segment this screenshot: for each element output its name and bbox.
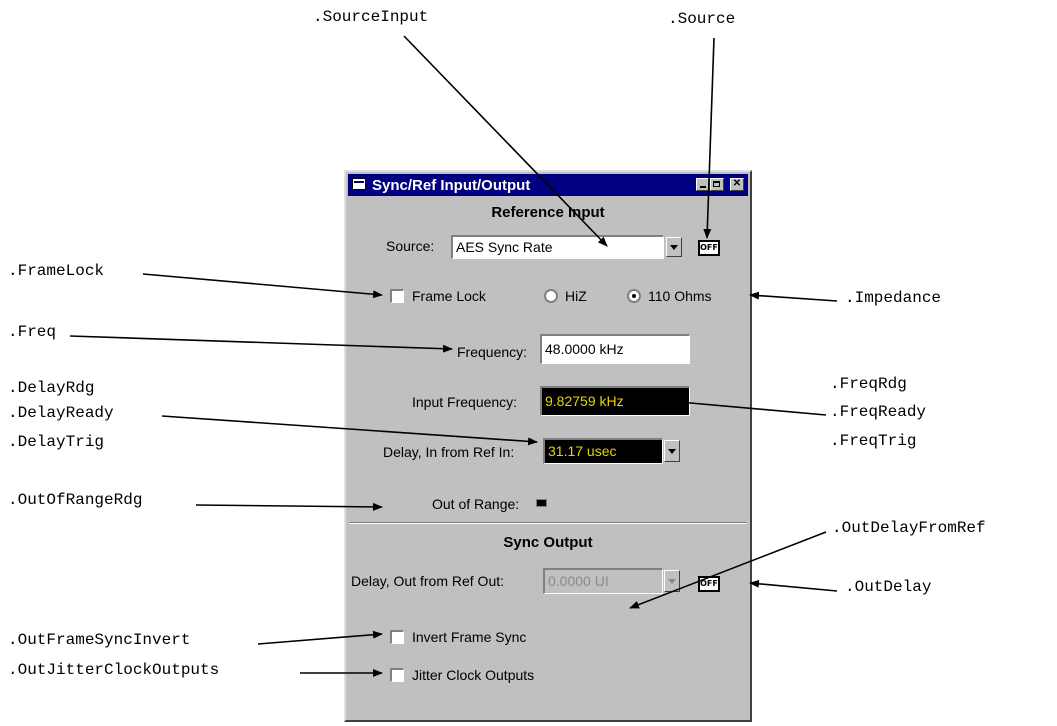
annotation-source-input: .SourceInput <box>313 8 429 26</box>
impedance-hiz-label: HiZ <box>565 288 587 304</box>
out-delay-off-button[interactable]: OFF <box>698 576 720 592</box>
annotation-impedance: .Impedance <box>845 289 942 307</box>
annotation-freq-ready: .FreqReady <box>830 403 927 421</box>
annotation-delay-ready: .DelayReady <box>8 404 114 422</box>
out-of-range-label: Out of Range: <box>432 496 520 512</box>
frequency-field[interactable]: 48.0000 kHz <box>540 334 690 364</box>
section-divider <box>350 522 746 524</box>
impedance-hiz-radio[interactable] <box>544 289 558 303</box>
maximize-button[interactable] <box>710 178 724 191</box>
frame-lock-checkbox[interactable] <box>390 289 404 303</box>
invert-frame-sync-label: Invert Frame Sync <box>412 629 527 645</box>
frequency-label: Frequency: <box>457 344 528 360</box>
sync-output-heading: Sync Output <box>503 534 593 551</box>
annotation-out-of-range-rdg: .OutOfRangeRdg <box>8 491 143 509</box>
annotation-freq: .Freq <box>8 323 57 341</box>
impedance-110-ohms-radio[interactable] <box>627 289 641 303</box>
annotation-freq-trig: .FreqTrig <box>830 432 917 450</box>
window-menu-icon[interactable] <box>352 178 366 190</box>
input-frequency-label: Input Frequency: <box>412 394 518 410</box>
impedance-110-ohms-label: 110 Ohms <box>648 288 712 304</box>
arrow-impedance <box>749 291 838 302</box>
delay-in-label: Delay, In from Ref In: <box>383 444 515 460</box>
input-frequency-reading: 9.82759 kHz <box>540 386 690 416</box>
delay-out-field[interactable]: 0.0000 UI <box>543 568 663 594</box>
out-of-range-indicator <box>536 499 547 507</box>
reference-input-heading: Reference Input <box>491 204 605 221</box>
jitter-clock-outputs-checkbox[interactable] <box>390 668 404 682</box>
annotation-source: .Source <box>668 10 736 28</box>
sync-ref-dialog: Sync/Ref Input/Output ✕ Reference Input … <box>344 170 752 722</box>
source-label: Source: <box>386 238 435 254</box>
delay-out-dropdown-button[interactable] <box>664 570 680 592</box>
frame-lock-label: Frame Lock <box>412 288 486 304</box>
delay-in-reading: 31.17 usec <box>543 438 663 464</box>
source-dropdown-button[interactable] <box>666 237 682 257</box>
annotation-out-delay: .OutDelay <box>845 578 932 596</box>
annotation-delay-trig: .DelayTrig <box>8 433 105 451</box>
delay-in-dropdown-button[interactable] <box>664 440 680 462</box>
annotation-freq-rdg: .FreqRdg <box>830 375 907 393</box>
invert-frame-sync-checkbox[interactable] <box>390 630 404 644</box>
annotation-out-jitter-clock-outputs: .OutJitterClockOutputs <box>8 661 220 679</box>
title-bar[interactable]: Sync/Ref Input/Output ✕ <box>348 174 748 196</box>
source-input-select[interactable]: AES Sync Rate <box>451 235 664 259</box>
window-title: Sync/Ref Input/Output <box>372 177 531 194</box>
jitter-clock-outputs-label: Jitter Clock Outputs <box>412 667 535 683</box>
annotation-out-frame-sync-invert: .OutFrameSyncInvert <box>8 631 191 649</box>
annotation-delay-rdg: .DelayRdg <box>8 379 95 397</box>
close-button[interactable]: ✕ <box>730 178 744 191</box>
delay-out-label: Delay, Out from Ref Out: <box>351 573 505 589</box>
arrow-out-delay <box>749 579 838 592</box>
minimize-button[interactable] <box>696 178 710 191</box>
annotation-out-delay-from-ref: .OutDelayFromRef <box>832 519 986 537</box>
source-off-button[interactable]: OFF <box>698 240 720 256</box>
annotation-frame-lock: .FrameLock <box>8 262 105 280</box>
